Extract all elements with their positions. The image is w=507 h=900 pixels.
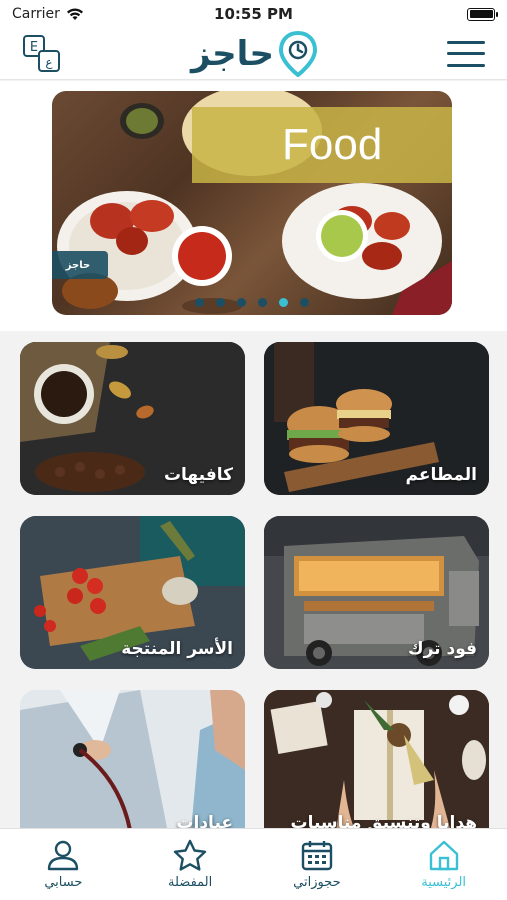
category-label: كافيهات — [163, 465, 233, 485]
battery-icon — [467, 7, 498, 21]
menu-icon-line — [447, 40, 485, 44]
carousel-dot[interactable] — [237, 298, 246, 307]
category-label: فود ترك — [408, 639, 477, 659]
tab-label: الرئيسية — [421, 875, 467, 890]
calendar-icon — [301, 841, 333, 871]
star-icon — [173, 839, 207, 871]
banner-section: Food حاجز — [0, 81, 507, 331]
tab-favorites[interactable]: المفضلة — [135, 839, 245, 890]
category-card-gifts-events[interactable]: هدايا وتنسيق مناسبات — [264, 690, 489, 843]
carousel-dot[interactable] — [195, 298, 204, 307]
promo-banner[interactable]: Food حاجز — [52, 91, 452, 315]
category-label: الأسر المنتجة — [121, 639, 233, 659]
category-card-productive-families[interactable]: الأسر المنتجة — [20, 516, 245, 669]
status-bar: Carrier 10:55 PM — [0, 0, 507, 28]
status-left: Carrier — [12, 6, 84, 22]
category-card-food-truck[interactable]: فود ترك — [264, 516, 489, 669]
category-label: المطاعم — [405, 465, 478, 485]
logo-text: حاجز — [191, 33, 275, 74]
tab-label: حسابي — [44, 875, 83, 890]
banner-brand-badge: حاجز — [52, 251, 108, 279]
carousel-dot[interactable] — [258, 298, 267, 307]
user-icon — [48, 840, 79, 871]
home-icon — [429, 840, 458, 871]
banner-title-box: Food — [192, 107, 452, 183]
tab-my-account[interactable]: حسابي — [8, 839, 118, 890]
carousel-dots — [52, 298, 452, 307]
tab-label: المفضلة — [168, 875, 213, 890]
carousel-dot[interactable] — [216, 298, 225, 307]
category-card-clinics[interactable]: عيادات — [20, 690, 245, 843]
svg-text:ع: ع — [45, 55, 53, 69]
wifi-icon — [66, 8, 83, 20]
tab-my-bookings[interactable]: حجوزاتي — [262, 839, 372, 890]
app-header: E ع حاجز — [0, 28, 507, 80]
carrier-text: Carrier — [12, 6, 60, 22]
bottom-tab-bar: حسابي المفضلة حجوزاتي الرئيسية — [0, 828, 507, 900]
category-card-restaurants[interactable]: المطاعم — [264, 342, 489, 495]
tab-home[interactable]: الرئيسية — [389, 839, 499, 890]
tab-label: حجوزاتي — [293, 875, 341, 890]
status-time: 10:55 PM — [214, 5, 293, 23]
carousel-dot[interactable] — [279, 298, 288, 307]
svg-text:E: E — [30, 40, 38, 55]
category-card-cafes[interactable]: كافيهات — [20, 342, 245, 495]
language-icon: E ع — [23, 34, 60, 72]
carousel-dot[interactable] — [300, 298, 309, 307]
menu-icon-line — [447, 63, 485, 67]
menu-button[interactable] — [447, 40, 485, 67]
app-logo: حاجز — [191, 30, 318, 77]
location-clock-icon — [278, 30, 317, 77]
banner-title: Food — [282, 120, 383, 169]
menu-icon-line — [447, 52, 485, 55]
language-switch-button[interactable]: E ع — [22, 34, 62, 74]
